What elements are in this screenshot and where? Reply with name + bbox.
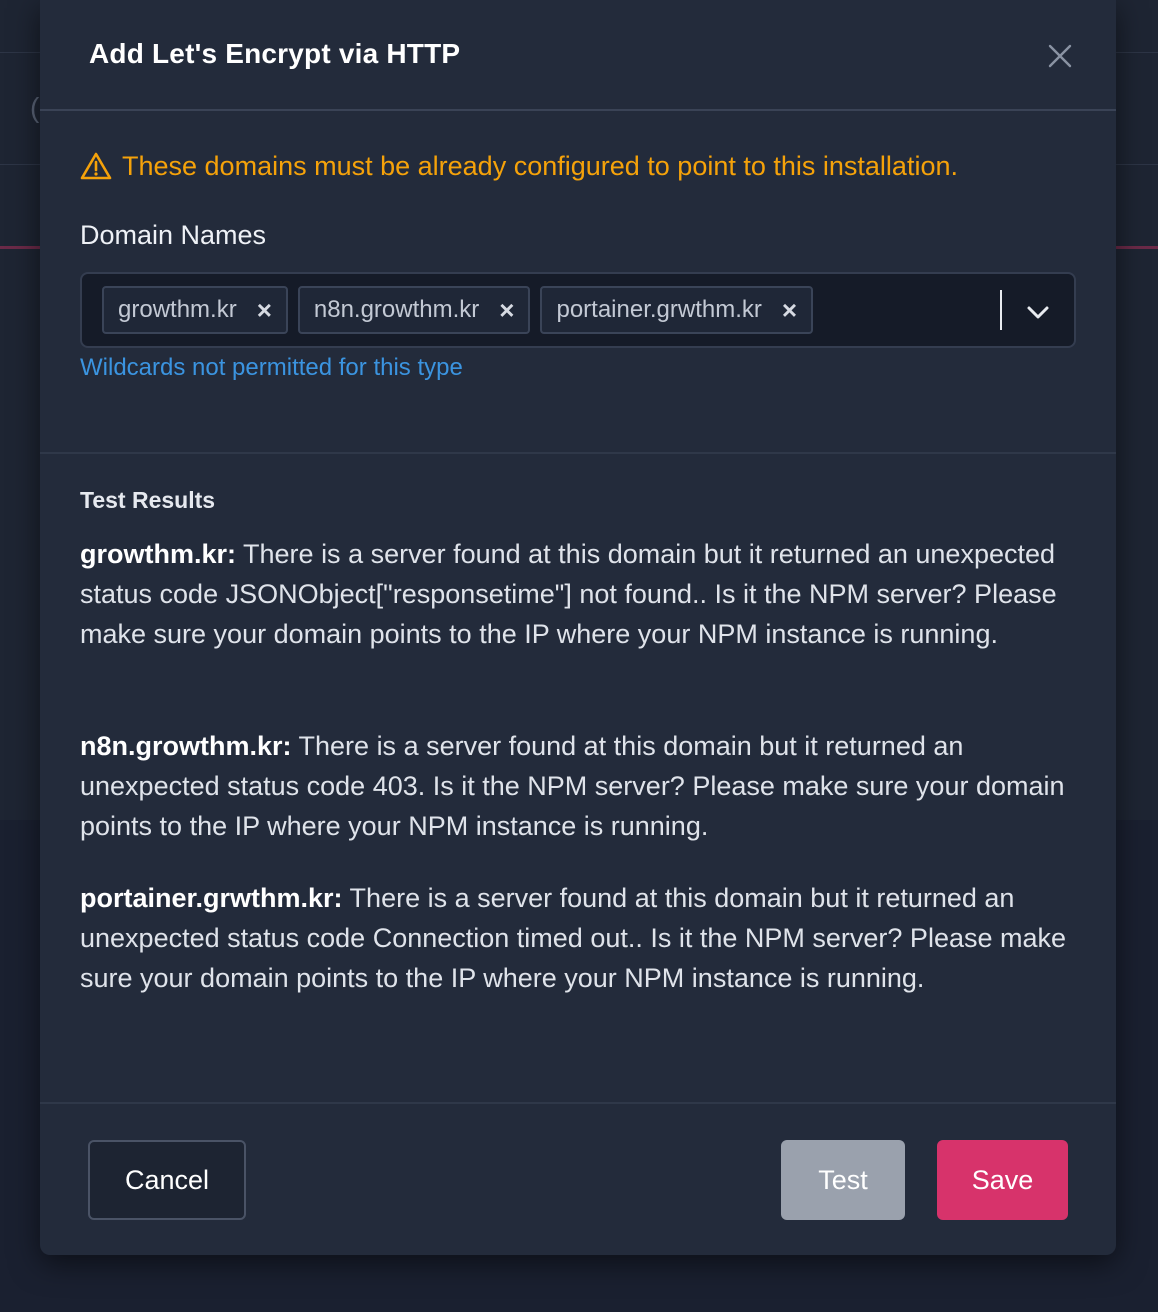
chevron-down-icon xyxy=(1027,306,1049,319)
section-divider xyxy=(40,452,1116,454)
remove-tag-button[interactable]: × xyxy=(782,297,797,323)
domain-tag-label: growthm.kr xyxy=(118,296,237,323)
test-result-item: portainer.grwthm.kr: There is a server f… xyxy=(80,878,1080,998)
test-results-heading: Test Results xyxy=(80,487,216,513)
domain-tag: growthm.kr × xyxy=(102,286,288,334)
test-result-item: n8n.growthm.kr: There is a server found … xyxy=(80,726,1080,846)
result-domain: portainer.grwthm.kr: xyxy=(80,883,343,913)
cancel-button[interactable]: Cancel xyxy=(88,1140,246,1220)
modal-header: Add Let's Encrypt via HTTP xyxy=(40,0,1116,111)
select-separator xyxy=(1000,290,1002,330)
add-certificate-modal: Add Let's Encrypt via HTTP These domains… xyxy=(40,0,1116,1255)
save-button[interactable]: Save xyxy=(937,1140,1068,1220)
domain-names-label: Domain Names xyxy=(80,220,267,250)
remove-tag-button[interactable]: × xyxy=(257,297,272,323)
domain-tag: n8n.growthm.kr × xyxy=(297,286,531,334)
modal-title: Add Let's Encrypt via HTTP xyxy=(89,38,461,69)
result-domain: n8n.growthm.kr: xyxy=(80,731,292,761)
result-domain: growthm.kr: xyxy=(80,539,237,569)
warning-triangle-icon xyxy=(80,152,112,180)
domain-names-select[interactable]: growthm.kr × n8n.growthm.kr × portainer.… xyxy=(80,272,1076,348)
close-icon xyxy=(1048,44,1072,68)
test-result-item: growthm.kr: There is a server found at t… xyxy=(80,534,1080,654)
remove-tag-button[interactable]: × xyxy=(499,297,514,323)
domain-tag: portainer.grwthm.kr × xyxy=(540,286,814,334)
domain-tag-list: growthm.kr × n8n.growthm.kr × portainer.… xyxy=(102,286,814,334)
close-button[interactable] xyxy=(1044,40,1076,72)
domain-tag-label: n8n.growthm.kr xyxy=(313,296,480,323)
domain-tag-label: portainer.grwthm.kr xyxy=(556,296,762,323)
wildcard-hint: Wildcards not permitted for this type xyxy=(80,354,463,381)
warning-text: These domains must be already configured… xyxy=(122,150,958,181)
dropdown-toggle[interactable] xyxy=(1022,296,1054,328)
footer-divider xyxy=(40,1102,1116,1104)
test-button[interactable]: Test xyxy=(781,1140,905,1220)
warning-message: These domains must be already configured… xyxy=(80,148,958,184)
background-icon: ( xyxy=(30,92,40,123)
